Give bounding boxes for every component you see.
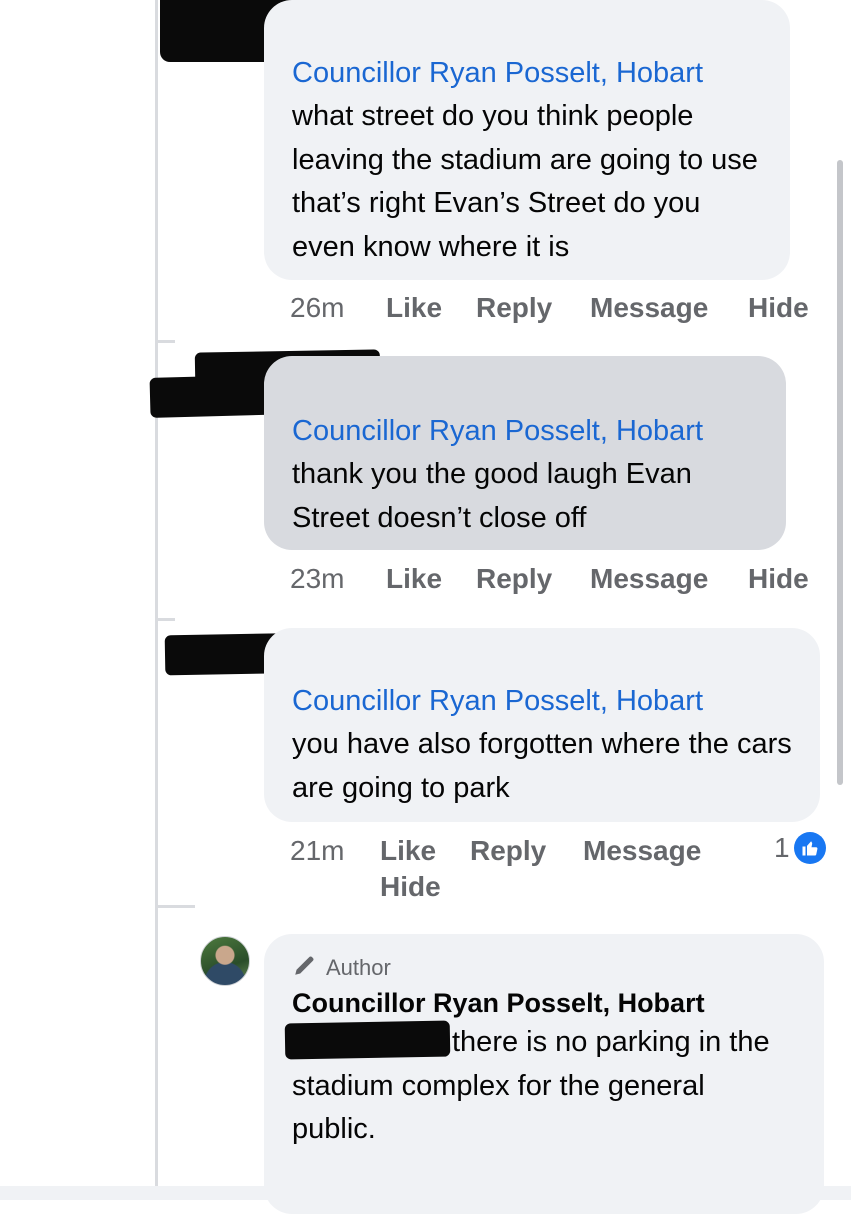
like-button[interactable]: Like — [380, 835, 436, 867]
mention-link[interactable]: Councillor Ryan Posselt, Hobart — [292, 680, 792, 723]
comment-timestamp[interactable]: 23m — [290, 563, 344, 595]
comment-text: you have also forgotten where the cars a… — [292, 728, 792, 804]
thread-line — [155, 0, 158, 1200]
comment-actions: 26m Like Reply Message Hide — [290, 292, 830, 328]
thread-connector — [155, 340, 175, 343]
comment-actions: 21m Like Reply Message Hide — [290, 835, 730, 907]
redacted-mention — [284, 1020, 451, 1060]
mention-link[interactable]: Councillor Ryan Posselt, Hobart — [292, 410, 758, 453]
reply-button[interactable]: Reply — [470, 835, 546, 867]
reaction-count: 1 — [774, 832, 790, 863]
author-badge-label: Author — [326, 955, 391, 980]
reply-button[interactable]: Reply — [476, 292, 552, 324]
author-badge: Author — [292, 952, 796, 984]
comment-bubble: Councillor Ryan Posselt, Hobart you have… — [264, 628, 820, 822]
like-button[interactable]: Like — [386, 292, 442, 324]
comment-actions: 23m Like Reply Message Hide — [290, 563, 830, 599]
thread-connector — [155, 905, 195, 908]
message-button[interactable]: Message — [590, 563, 708, 595]
hide-button[interactable]: Hide — [748, 292, 809, 324]
comment-timestamp[interactable]: 26m — [290, 292, 344, 324]
hide-button[interactable]: Hide — [380, 871, 441, 903]
message-button[interactable]: Message — [583, 835, 701, 867]
comment-timestamp[interactable]: 21m — [290, 835, 344, 867]
message-button[interactable]: Message — [590, 292, 708, 324]
comment-bubble: Councillor Ryan Posselt, Hobart what str… — [264, 0, 790, 280]
pencil-icon — [292, 952, 318, 984]
author-reply-bubble: Author Councillor Ryan Posselt, Hobart t… — [264, 934, 824, 1214]
comment-text: thank you the good laugh Evan Street doe… — [292, 458, 692, 534]
comment-text: what street do you think people leaving … — [292, 100, 758, 263]
like-button[interactable]: Like — [386, 563, 442, 595]
reaction-summary[interactable]: 1 — [774, 832, 826, 864]
scrollbar[interactable] — [837, 160, 843, 785]
author-avatar[interactable] — [200, 936, 250, 986]
bottom-edge — [0, 1186, 851, 1200]
author-name[interactable]: Councillor Ryan Posselt, Hobart — [292, 988, 796, 1019]
thumbs-up-icon — [793, 832, 826, 864]
thread-connector — [155, 618, 175, 621]
reply-button[interactable]: Reply — [476, 563, 552, 595]
mention-link[interactable]: Councillor Ryan Posselt, Hobart — [292, 52, 762, 95]
comment-bubble-highlighted: Councillor Ryan Posselt, Hobart thank yo… — [264, 356, 786, 550]
hide-button[interactable]: Hide — [748, 563, 809, 595]
